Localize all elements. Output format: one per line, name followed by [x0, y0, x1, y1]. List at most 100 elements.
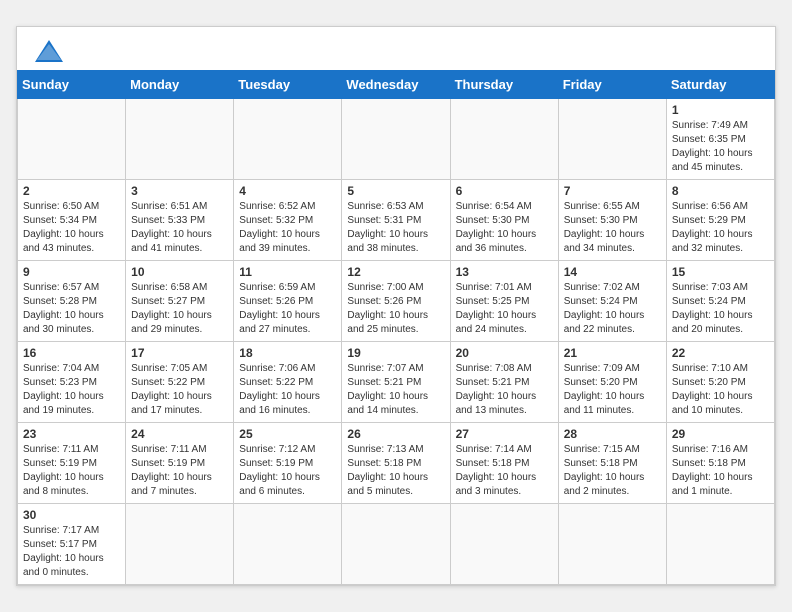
day-info: Sunrise: 7:10 AMSunset: 5:20 PMDaylight:…	[672, 362, 769, 418]
calendar-cell: 11 Sunrise: 6:59 AMSunset: 5:26 PMDayligh…	[234, 260, 342, 341]
calendar-cell	[126, 98, 234, 179]
day-number: 21	[564, 346, 661, 360]
day-number: 27	[456, 427, 553, 441]
day-number: 16	[23, 346, 120, 360]
day-number: 3	[131, 184, 228, 198]
calendar-cell	[558, 503, 666, 584]
calendar-cell: 5 Sunrise: 6:53 AMSunset: 5:31 PMDaylight…	[342, 179, 450, 260]
day-info: Sunrise: 6:56 AMSunset: 5:29 PMDaylight:…	[672, 200, 769, 256]
day-number: 26	[347, 427, 444, 441]
day-number: 12	[347, 265, 444, 279]
calendar-cell	[126, 503, 234, 584]
calendar-header	[17, 27, 775, 70]
calendar-cell: 25 Sunrise: 7:12 AMSunset: 5:19 PMDayligh…	[234, 422, 342, 503]
calendar-cell	[450, 98, 558, 179]
week-row-1: 1 Sunrise: 7:49 AMSunset: 6:35 PMDaylight…	[18, 98, 775, 179]
calendar-cell: 9 Sunrise: 6:57 AMSunset: 5:28 PMDaylight…	[18, 260, 126, 341]
day-number: 28	[564, 427, 661, 441]
day-info: Sunrise: 7:05 AMSunset: 5:22 PMDaylight:…	[131, 362, 228, 418]
logo-area	[33, 39, 63, 62]
calendar-cell: 17 Sunrise: 7:05 AMSunset: 5:22 PMDayligh…	[126, 341, 234, 422]
week-row-6: 30Sunrise: 7:17 AMSunset: 5:17 PMDayligh…	[18, 503, 775, 584]
week-row-3: 9 Sunrise: 6:57 AMSunset: 5:28 PMDaylight…	[18, 260, 775, 341]
day-info: Sunrise: 7:14 AMSunset: 5:18 PMDaylight:…	[456, 443, 553, 499]
day-number: 20	[456, 346, 553, 360]
day-info: Sunrise: 6:53 AMSunset: 5:31 PMDaylight:…	[347, 200, 444, 256]
day-info: Sunrise: 7:06 AMSunset: 5:22 PMDaylight:…	[239, 362, 336, 418]
calendar-cell: 26Sunrise: 7:13 AMSunset: 5:18 PMDayligh…	[342, 422, 450, 503]
day-info: Sunrise: 7:16 AMSunset: 5:18 PMDaylight:…	[672, 443, 769, 499]
day-number: 7	[564, 184, 661, 198]
calendar-cell: 14 Sunrise: 7:02 AMSunset: 5:24 PMDayligh…	[558, 260, 666, 341]
day-number: 25	[239, 427, 336, 441]
day-info: Sunrise: 6:50 AMSunset: 5:34 PMDaylight:…	[23, 200, 120, 256]
day-info: Sunrise: 7:49 AMSunset: 6:35 PMDaylight:…	[672, 119, 769, 175]
calendar-cell	[234, 503, 342, 584]
logo-icon	[35, 40, 63, 62]
calendar-cell	[558, 98, 666, 179]
day-number: 8	[672, 184, 769, 198]
day-info: Sunrise: 6:58 AMSunset: 5:27 PMDaylight:…	[131, 281, 228, 337]
calendar-cell: 28Sunrise: 7:15 AMSunset: 5:18 PMDayligh…	[558, 422, 666, 503]
day-number: 5	[347, 184, 444, 198]
day-number: 2	[23, 184, 120, 198]
weekday-header-tuesday: Tuesday	[234, 70, 342, 98]
calendar-cell: 27 Sunrise: 7:14 AMSunset: 5:18 PMDayligh…	[450, 422, 558, 503]
calendar-cell: 13Sunrise: 7:01 AMSunset: 5:25 PMDayligh…	[450, 260, 558, 341]
calendar-cell	[342, 98, 450, 179]
calendar-cell	[342, 503, 450, 584]
day-info: Sunrise: 7:12 AMSunset: 5:19 PMDaylight:…	[239, 443, 336, 499]
weekday-header-wednesday: Wednesday	[342, 70, 450, 98]
calendar-container: SundayMondayTuesdayWednesdayThursdayFrid…	[16, 26, 776, 586]
day-number: 14	[564, 265, 661, 279]
day-info: Sunrise: 7:09 AMSunset: 5:20 PMDaylight:…	[564, 362, 661, 418]
day-info: Sunrise: 6:57 AMSunset: 5:28 PMDaylight:…	[23, 281, 120, 337]
day-number: 9	[23, 265, 120, 279]
day-info: Sunrise: 6:52 AMSunset: 5:32 PMDaylight:…	[239, 200, 336, 256]
calendar-cell	[666, 503, 774, 584]
calendar-cell: 15Sunrise: 7:03 AMSunset: 5:24 PMDayligh…	[666, 260, 774, 341]
day-info: Sunrise: 7:07 AMSunset: 5:21 PMDaylight:…	[347, 362, 444, 418]
day-number: 4	[239, 184, 336, 198]
logo	[33, 39, 63, 62]
calendar-cell	[450, 503, 558, 584]
calendar-cell: 21 Sunrise: 7:09 AMSunset: 5:20 PMDayligh…	[558, 341, 666, 422]
day-number: 11	[239, 265, 336, 279]
day-number: 15	[672, 265, 769, 279]
calendar-cell: 3 Sunrise: 6:51 AMSunset: 5:33 PMDaylight…	[126, 179, 234, 260]
calendar-cell: 1 Sunrise: 7:49 AMSunset: 6:35 PMDaylight…	[666, 98, 774, 179]
day-number: 1	[672, 103, 769, 117]
day-info: Sunrise: 6:59 AMSunset: 5:26 PMDaylight:…	[239, 281, 336, 337]
calendar-cell: 22 Sunrise: 7:10 AMSunset: 5:20 PMDayligh…	[666, 341, 774, 422]
weekday-header-friday: Friday	[558, 70, 666, 98]
day-info: Sunrise: 6:54 AMSunset: 5:30 PMDaylight:…	[456, 200, 553, 256]
day-number: 22	[672, 346, 769, 360]
calendar-cell: 24Sunrise: 7:11 AMSunset: 5:19 PMDayligh…	[126, 422, 234, 503]
calendar-cell: 18Sunrise: 7:06 AMSunset: 5:22 PMDayligh…	[234, 341, 342, 422]
day-number: 6	[456, 184, 553, 198]
week-row-2: 2 Sunrise: 6:50 AMSunset: 5:34 PMDaylight…	[18, 179, 775, 260]
day-info: Sunrise: 7:11 AMSunset: 5:19 PMDaylight:…	[23, 443, 120, 499]
week-row-5: 23 Sunrise: 7:11 AMSunset: 5:19 PMDayligh…	[18, 422, 775, 503]
day-number: 30	[23, 508, 120, 522]
calendar-table: SundayMondayTuesdayWednesdayThursdayFrid…	[17, 70, 775, 585]
day-number: 19	[347, 346, 444, 360]
day-info: Sunrise: 6:51 AMSunset: 5:33 PMDaylight:…	[131, 200, 228, 256]
calendar-cell	[18, 98, 126, 179]
calendar-cell: 8 Sunrise: 6:56 AMSunset: 5:29 PMDaylight…	[666, 179, 774, 260]
day-info: Sunrise: 7:08 AMSunset: 5:21 PMDaylight:…	[456, 362, 553, 418]
weekday-header-sunday: Sunday	[18, 70, 126, 98]
day-info: Sunrise: 7:11 AMSunset: 5:19 PMDaylight:…	[131, 443, 228, 499]
calendar-cell: 16 Sunrise: 7:04 AMSunset: 5:23 PMDayligh…	[18, 341, 126, 422]
day-number: 23	[23, 427, 120, 441]
day-info: Sunrise: 7:02 AMSunset: 5:24 PMDaylight:…	[564, 281, 661, 337]
day-number: 17	[131, 346, 228, 360]
calendar-cell: 29Sunrise: 7:16 AMSunset: 5:18 PMDayligh…	[666, 422, 774, 503]
day-info: Sunrise: 7:04 AMSunset: 5:23 PMDaylight:…	[23, 362, 120, 418]
calendar-cell: 23 Sunrise: 7:11 AMSunset: 5:19 PMDayligh…	[18, 422, 126, 503]
day-info: Sunrise: 7:01 AMSunset: 5:25 PMDaylight:…	[456, 281, 553, 337]
day-info: Sunrise: 7:00 AMSunset: 5:26 PMDaylight:…	[347, 281, 444, 337]
day-info: Sunrise: 6:55 AMSunset: 5:30 PMDaylight:…	[564, 200, 661, 256]
weekday-header-saturday: Saturday	[666, 70, 774, 98]
calendar-cell: 6 Sunrise: 6:54 AMSunset: 5:30 PMDaylight…	[450, 179, 558, 260]
